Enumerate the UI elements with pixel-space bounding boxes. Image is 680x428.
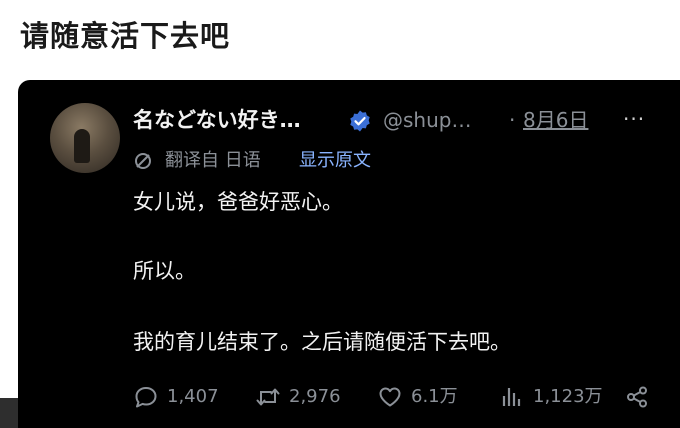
- translated-from-label: 翻译自 日语: [165, 150, 261, 171]
- like-icon: [379, 387, 401, 407]
- tweet-actions: 1,407 2,976 6.1万 1,123万: [133, 381, 663, 413]
- tweet-header: 名などない好き… @shup… · 8月6日 ···: [133, 104, 663, 136]
- views-count: 1,123万: [533, 386, 603, 407]
- more-icon[interactable]: ···: [623, 104, 645, 134]
- reply-icon: [135, 387, 157, 408]
- reply-count: 1,407: [167, 386, 219, 407]
- retweet-count: 2,976: [289, 386, 341, 407]
- display-name[interactable]: 名などない好き…: [133, 104, 301, 136]
- retweet-button[interactable]: 2,976: [255, 381, 365, 413]
- separator-dot: ·: [509, 108, 516, 132]
- user-handle[interactable]: @shup…: [383, 104, 471, 136]
- views-button[interactable]: 1,123万: [499, 381, 619, 413]
- views-icon: [502, 388, 521, 406]
- tweet-text-line-2: 所以。: [133, 259, 196, 283]
- tweet-text-line-3: 我的育儿结束了。之后请随便活下去吧。: [133, 330, 511, 354]
- tweet-date[interactable]: 8月6日: [523, 104, 588, 136]
- avatar[interactable]: [50, 103, 120, 173]
- like-count: 6.1万: [411, 386, 458, 407]
- show-original-link[interactable]: 显示原文: [299, 146, 371, 176]
- page-edge-shade: [0, 398, 18, 428]
- verified-badge-icon: [350, 110, 370, 132]
- page-heading: 请随意活下去吧: [20, 19, 231, 53]
- reply-button[interactable]: 1,407: [133, 381, 243, 413]
- translation-row: 翻译自 日语 显示原文: [133, 146, 533, 176]
- translate-icon: [135, 153, 151, 169]
- like-button[interactable]: 6.1万: [377, 381, 477, 413]
- avatar-figure: [74, 129, 90, 163]
- retweet-icon: [256, 388, 280, 406]
- share-icon[interactable]: [625, 385, 649, 409]
- tweet-text-line-1: 女儿说，爸爸好恶心。: [133, 190, 343, 214]
